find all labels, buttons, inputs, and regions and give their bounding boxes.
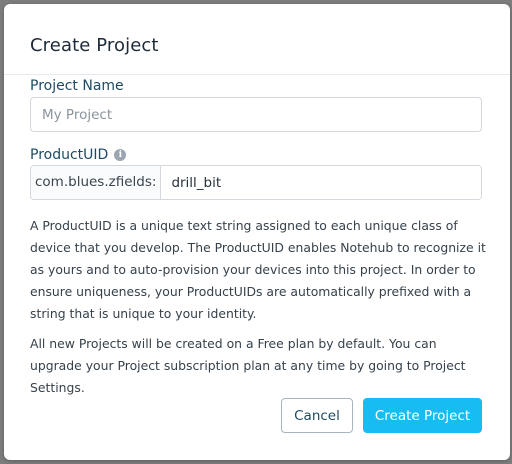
product-uid-field: com.blues.zfields: (30, 165, 482, 200)
product-uid-help-text: A ProductUID is a unique text string ass… (30, 218, 486, 321)
info-icon[interactable]: i (114, 149, 127, 161)
product-uid-input[interactable] (161, 166, 481, 199)
project-name-input[interactable] (30, 97, 482, 132)
dialog-title: Create Project (30, 35, 159, 56)
create-project-dialog: Create Project Project Name ProductUID i… (4, 4, 510, 460)
product-uid-prefix: com.blues.zfields: (31, 166, 162, 199)
project-name-label: Project Name (30, 78, 124, 94)
title-divider (4, 74, 510, 75)
cancel-button[interactable]: Cancel (281, 398, 353, 433)
plan-help-text: All new Projects will be created on a Fr… (30, 336, 466, 395)
create-project-button[interactable]: Create Project (363, 398, 482, 433)
product-uid-label: ProductUID (30, 147, 109, 163)
product-uid-label-row: ProductUID i (30, 147, 127, 163)
